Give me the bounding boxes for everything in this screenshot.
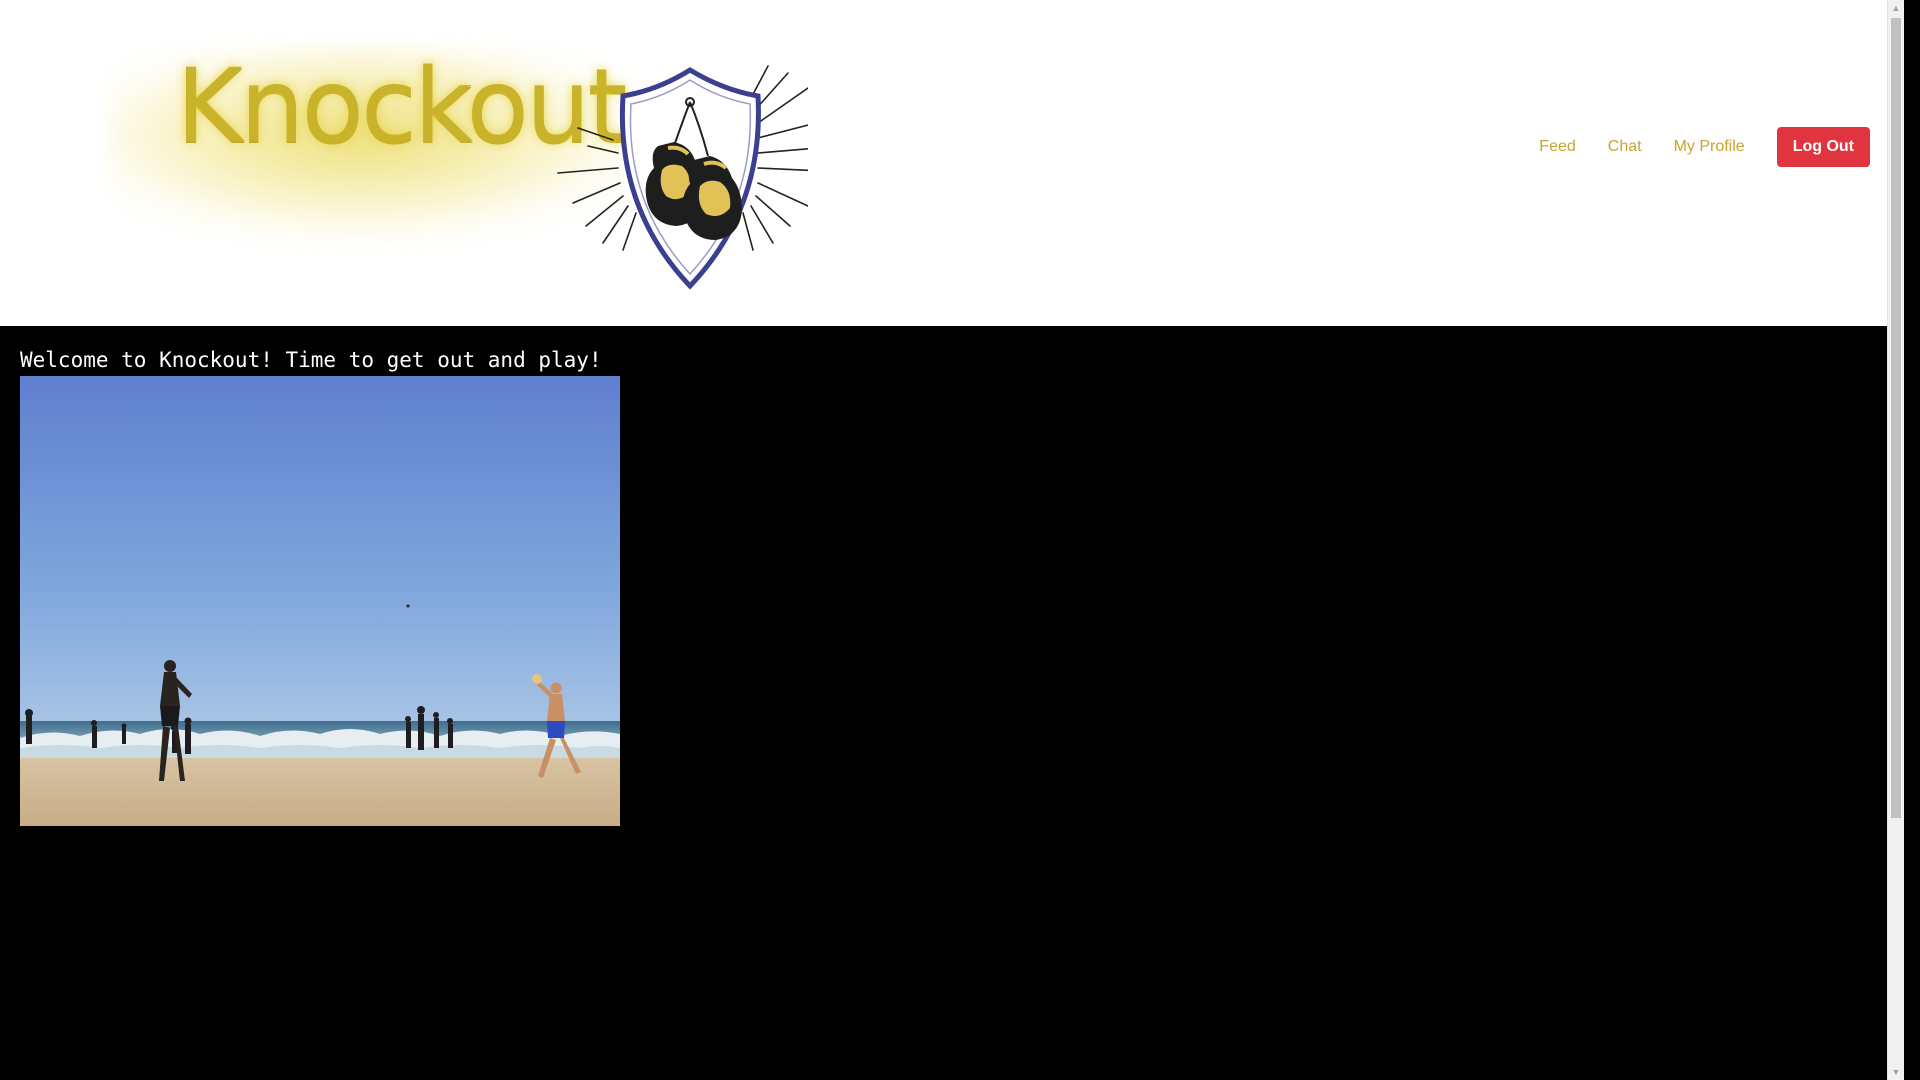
nav-chat-link[interactable]: Chat: [1608, 138, 1642, 156]
page-scrollbar[interactable]: ▲ ▼: [1887, 0, 1904, 1080]
logout-button[interactable]: Log Out: [1776, 127, 1870, 167]
knockout-logo[interactable]: Knockout: [88, 28, 808, 298]
page: Knockout Feed Chat My Profile Log Out We…: [0, 0, 1904, 1080]
beach-scene-illustration: [20, 376, 620, 826]
nav-feed-link[interactable]: Feed: [1539, 138, 1575, 156]
nav-my-profile-link[interactable]: My Profile: [1674, 138, 1745, 156]
welcome-message: Welcome to Knockout! Time to get out and…: [20, 348, 602, 372]
site-header: Knockout Feed Chat My Profile Log Out: [0, 0, 1904, 326]
boxing-gloves-shield-icon: [557, 65, 808, 290]
beach-paddleball-image: [20, 376, 620, 826]
triangle-up-icon[interactable]: ▲: [1888, 0, 1904, 16]
scrollbar-thumb[interactable]: [1891, 18, 1901, 818]
triangle-down-icon[interactable]: ▼: [1888, 1064, 1904, 1080]
main-nav: Feed Chat My Profile Log Out: [1507, 127, 1870, 167]
